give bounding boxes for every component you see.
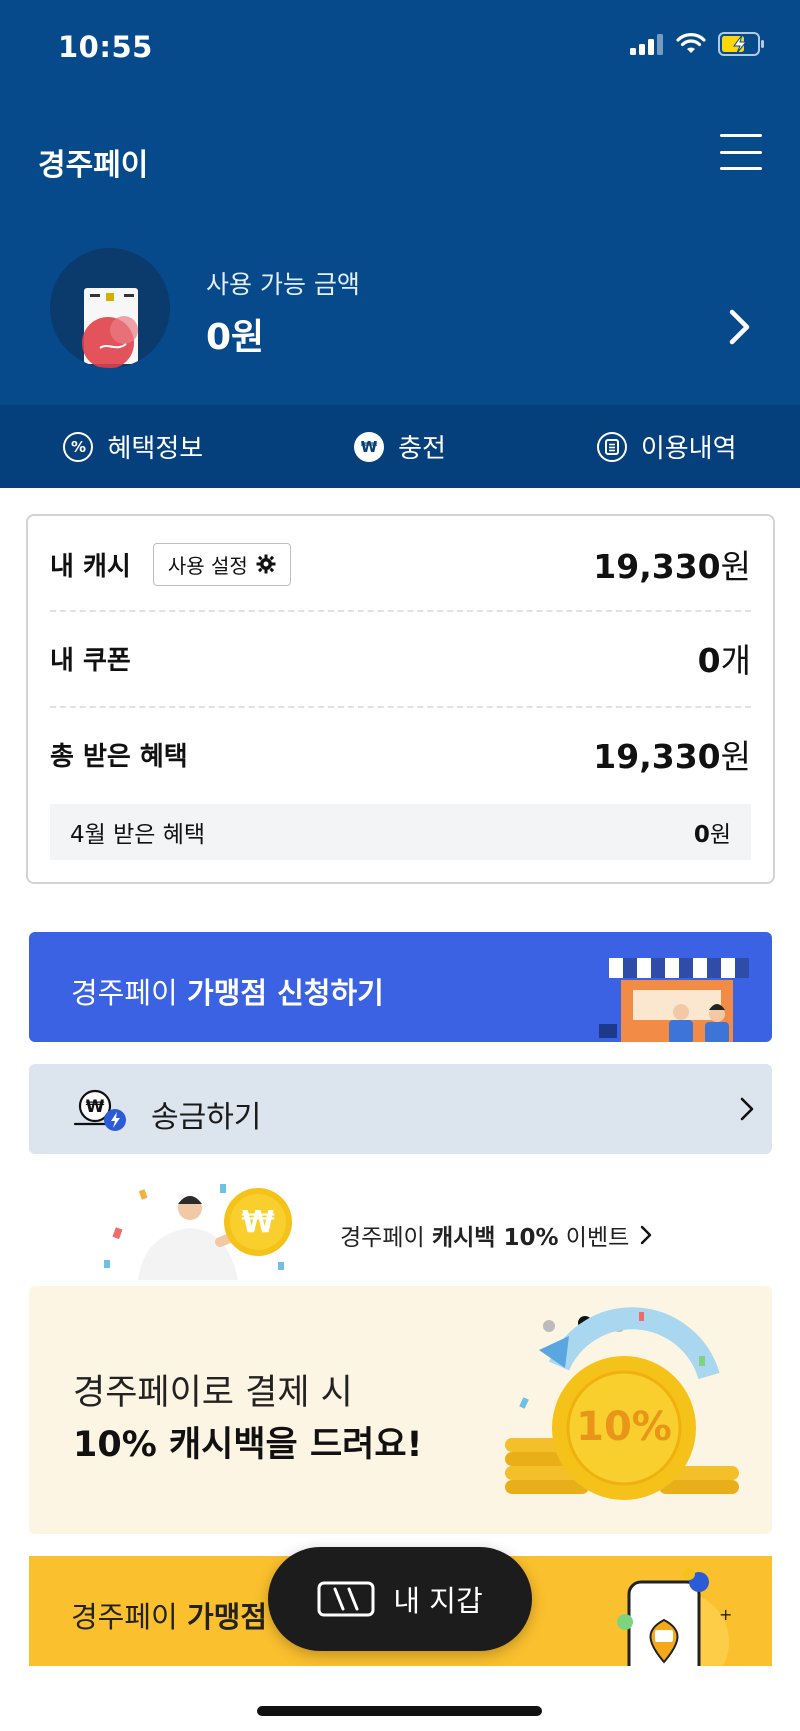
merchant-bold: 가맹점 신청하기 [186, 976, 384, 1010]
coin-stack-illustration: 10% [505, 1307, 739, 1500]
nav-label: 혜택정보 [107, 434, 204, 464]
cash-label: 내 캐시 [50, 551, 131, 582]
percent-icon: % [63, 431, 94, 462]
app-title: 경주페이 [38, 148, 149, 183]
remit-label: 송금하기 [151, 1100, 262, 1135]
svg-text:₩: ₩ [241, 1205, 274, 1240]
coupon-value: 0개 [698, 634, 751, 682]
balance-label: 사용 가능 금액 [206, 270, 360, 299]
cashback-line2: 10% 캐시백을 드려요! [73, 1425, 423, 1465]
battery-charging-icon [718, 32, 764, 56]
event-text: 경주페이 캐시백 10% 이벤트 [340, 1218, 653, 1252]
event-bold: 캐시백 10% [431, 1225, 559, 1251]
yellow-bold: 가맹점 [186, 1600, 267, 1634]
monthly-value: 0원 [694, 815, 731, 849]
quick-nav: % 혜택정보 ₩ 충전 이용내역 [0, 405, 800, 488]
coupon-label: 내 쿠폰 [50, 645, 131, 676]
svg-text:+: + [719, 1605, 732, 1624]
event-prefix: 경주페이 [340, 1225, 432, 1251]
wallet-card-icon [317, 1581, 375, 1617]
phone-location-illustration: + [617, 1568, 732, 1666]
wallet-label: 내 지갑 [393, 1584, 483, 1618]
receipt-icon [596, 431, 627, 462]
cashback-promo-banner[interactable]: 경주페이로 결제 시 10% 캐시백을 드려요! 10% [29, 1286, 772, 1534]
status-icons [630, 32, 766, 56]
card-thumbnail[interactable] [50, 248, 170, 368]
coupon-unit: 개 [720, 641, 751, 680]
gear-icon [256, 554, 276, 574]
nav-benefit-info[interactable]: % 혜택정보 [0, 405, 267, 488]
coupon-count: 0 [697, 641, 721, 680]
chevron-right-icon[interactable] [727, 308, 753, 346]
divider [50, 610, 751, 612]
monthly-unit: 원 [709, 822, 731, 848]
app-header: 10:55 경주페이 사용 가능 금액 0원 [0, 0, 800, 405]
benefit-value: 19,330원 [593, 730, 751, 778]
status-time: 10:55 [58, 30, 153, 64]
remit-won-icon: ₩ [73, 1089, 126, 1131]
cashback-event-link[interactable]: ₩ 경주페이 캐시백 10% 이벤트 [0, 1180, 800, 1280]
merchant-apply-banner[interactable]: 경주페이 가맹점 신청하기 [29, 932, 772, 1042]
divider [50, 706, 751, 708]
nav-charge[interactable]: ₩ 충전 [267, 405, 534, 488]
storefront-icon [599, 958, 749, 1042]
monthly-benefit-row: 4월 받은 혜택 0원 [50, 804, 751, 860]
cash-unit: 원 [720, 547, 751, 586]
nav-label: 이용내역 [640, 434, 737, 464]
benefit-unit: 원 [720, 737, 751, 776]
monthly-amount: 0 [693, 822, 710, 848]
benefit-label: 총 받은 혜택 [50, 741, 188, 772]
usage-setting-button[interactable]: 사용 설정 [152, 542, 291, 586]
merchant-banner-text: 경주페이 가맹점 신청하기 [71, 970, 384, 1012]
event-suffix: 이벤트 [558, 1225, 630, 1251]
hamburger-menu-icon[interactable] [720, 134, 762, 170]
won-icon: ₩ [354, 431, 385, 462]
setting-label: 사용 설정 [167, 553, 248, 578]
svg-text:₩: ₩ [86, 1097, 105, 1117]
nav-history[interactable]: 이용내역 [533, 405, 800, 488]
person-coin-illustration: ₩ [104, 1184, 292, 1280]
card-image-icon [82, 288, 138, 368]
balance-amount: 0원 [206, 317, 265, 358]
chevron-right-icon [641, 1225, 652, 1245]
cash-amount: 19,330 [593, 547, 721, 586]
cash-row: 내 캐시 사용 설정 19,330원 [50, 540, 751, 588]
merchant-prefix: 경주페이 [71, 976, 187, 1010]
my-wallet-button[interactable]: 내 지갑 [268, 1547, 532, 1651]
cashback-line1: 경주페이로 결제 시 [73, 1373, 353, 1413]
summary-card: 내 캐시 사용 설정 19,330원 내 쿠폰 0개 총 받은 혜택 19,33… [26, 514, 775, 884]
remit-button[interactable]: ₩ 송금하기 [29, 1064, 772, 1154]
monthly-label: 4월 받은 혜택 [70, 822, 206, 848]
signal-icon [630, 34, 663, 55]
cash-value: 19,330원 [593, 540, 751, 588]
yellow-banner-text: 경주페이 가맹점 [71, 1594, 267, 1636]
home-indicator [257, 1706, 542, 1716]
svg-text:10%: 10% [576, 1404, 672, 1450]
yellow-prefix: 경주페이 [71, 1600, 187, 1634]
benefit-row: 총 받은 혜택 19,330원 [50, 730, 751, 778]
benefit-amount: 19,330 [593, 737, 721, 776]
nav-label: 충전 [398, 434, 446, 464]
coupon-row[interactable]: 내 쿠폰 0개 [50, 634, 751, 682]
wifi-icon [676, 33, 706, 53]
chevron-right-icon [740, 1097, 754, 1121]
